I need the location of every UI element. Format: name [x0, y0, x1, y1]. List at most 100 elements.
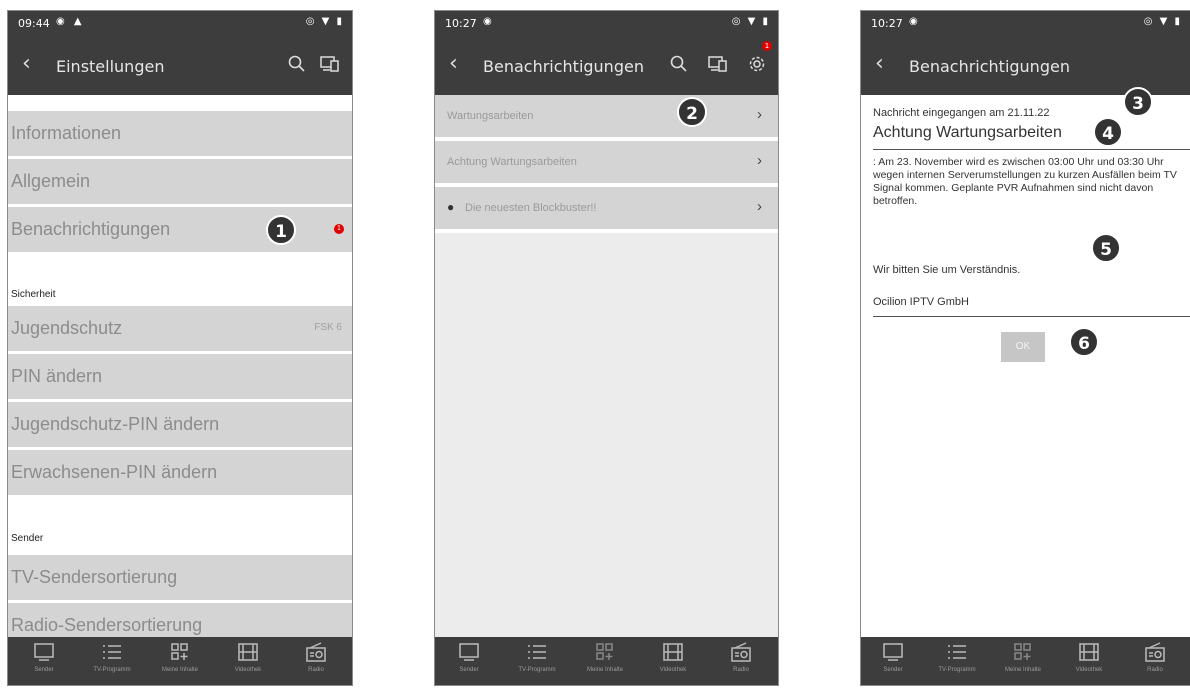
- chevron-right-icon: ›: [757, 106, 762, 123]
- nav-item-sender[interactable]: Sender: [863, 641, 923, 673]
- settings-item-allgemein[interactable]: Allgemein: [8, 159, 352, 204]
- nav-item-sender[interactable]: Sender: [14, 641, 74, 673]
- settings-item-label: Benachrichtigungen: [11, 219, 171, 239]
- nav-item-label: Radio: [1147, 667, 1163, 673]
- nav-item-label: Meine Inhalte: [586, 667, 624, 673]
- list-icon: [927, 641, 987, 667]
- notification-count-badge: 1: [334, 224, 344, 234]
- status-bar: 10:27 ◉ ◎ ▼ ▮: [435, 11, 778, 37]
- tv-icon: [439, 641, 499, 667]
- message-body: : Am 23. November wird es zwischen 03:00…: [873, 156, 1177, 207]
- cast-devices-icon[interactable]: [708, 55, 728, 78]
- notification-item-label: Die neuesten Blockbuster!!: [465, 202, 597, 214]
- film-icon: [643, 641, 703, 667]
- radio-icon: [286, 641, 346, 667]
- settings-item-erwachsenen-pin[interactable]: Erwachsenen-PIN ändern: [8, 450, 352, 495]
- cast-devices-icon[interactable]: [320, 55, 340, 78]
- status-time: 10:27: [445, 17, 477, 30]
- nav-item-videothek[interactable]: Videothek: [1059, 641, 1119, 673]
- status-notification-icons: ◉: [909, 16, 921, 27]
- nav-item-label: TV-Programm: [518, 667, 556, 673]
- chevron-right-icon: ›: [757, 198, 762, 215]
- nav-item-tv-programm[interactable]: TV-Programm: [927, 641, 987, 673]
- list-icon: [82, 641, 142, 667]
- nav-item-label: Sender: [34, 667, 54, 673]
- nav-item-meine-inhalte[interactable]: Meine Inhalte: [993, 641, 1053, 673]
- settings-item-pin-aendern[interactable]: PIN ändern: [8, 354, 352, 399]
- ok-button[interactable]: OK: [1001, 332, 1045, 362]
- nav-item-label: Meine Inhalte: [1004, 667, 1042, 673]
- status-notification-icons: ◉: [483, 16, 495, 27]
- notification-item-wartungsarbeiten[interactable]: Wartungsarbeiten ›: [435, 95, 778, 137]
- callout-badge: 1: [266, 215, 296, 245]
- settings-item-label: Allgemein: [11, 171, 91, 191]
- nav-item-sender[interactable]: Sender: [439, 641, 499, 673]
- notification-item-blockbuster[interactable]: ● Die neuesten Blockbuster!! ›: [435, 187, 778, 229]
- notification-item-label: Achtung Wartungsarbeiten: [447, 156, 577, 168]
- nav-item-videothek[interactable]: Videothek: [643, 641, 703, 673]
- nav-item-meine-inhalte[interactable]: Meine Inhalte: [575, 641, 635, 673]
- nav-item-label: Videothek: [1075, 667, 1103, 673]
- film-icon: [1059, 641, 1119, 667]
- nav-item-label: Meine Inhalte: [161, 667, 199, 673]
- nav-item-radio[interactable]: Radio: [286, 641, 346, 673]
- radio-icon: [711, 641, 771, 667]
- nav-item-label: Radio: [733, 667, 749, 673]
- callout-badge: 4: [1093, 117, 1123, 147]
- empty-list-area: [435, 233, 778, 637]
- bottom-navigation: Sender TV-Programm Meine Inhalte Videoth…: [861, 637, 1190, 685]
- status-bar: 10:27 ◉ ◎ ▼ ▮: [861, 11, 1190, 37]
- list-icon: [507, 641, 567, 667]
- section-header-security: Sicherheit: [11, 289, 56, 300]
- tv-icon: [14, 641, 74, 667]
- search-icon[interactable]: [288, 55, 306, 78]
- nav-item-meine-inhalte[interactable]: Meine Inhalte: [150, 641, 210, 673]
- status-notification-icons: ◉ ▲: [56, 16, 85, 27]
- back-icon[interactable]: ‹: [875, 51, 884, 76]
- divider: [873, 316, 1190, 317]
- settings-item-jugendschutz-pin[interactable]: Jugendschutz-PIN ändern: [8, 402, 352, 447]
- tv-icon: [863, 641, 923, 667]
- status-system-icons: ◎ ▼ ▮: [1143, 16, 1182, 27]
- divider: [873, 149, 1190, 150]
- nav-item-label: Videothek: [234, 667, 262, 673]
- callout-badge: 2: [677, 97, 707, 127]
- search-icon[interactable]: [670, 55, 688, 78]
- settings-item-benachrichtigungen[interactable]: Benachrichtigungen 1: [8, 207, 352, 252]
- callout-badge: 5: [1091, 233, 1121, 263]
- app-bar: ‹ Benachrichtigungen 1: [435, 37, 778, 95]
- nav-item-label: TV-Programm: [93, 667, 131, 673]
- status-system-icons: ◎ ▼ ▮: [305, 16, 344, 27]
- nav-item-radio[interactable]: Radio: [711, 641, 771, 673]
- status-system-icons: ◎ ▼ ▮: [731, 16, 770, 27]
- grid-plus-icon: [150, 641, 210, 667]
- settings-count-badge: 1: [762, 41, 772, 51]
- grid-plus-icon: [575, 641, 635, 667]
- nav-item-label: Videothek: [659, 667, 687, 673]
- status-bar: 09:44 ◉ ▲ ◎ ▼ ▮: [8, 11, 352, 37]
- nav-item-radio[interactable]: Radio: [1125, 641, 1185, 673]
- nav-item-label: Sender: [883, 667, 903, 673]
- chat-bubble-icon: ●: [447, 200, 455, 214]
- settings-item-jugendschutz[interactable]: Jugendschutz FSK 6: [8, 306, 352, 351]
- settings-gear-icon[interactable]: [748, 55, 766, 78]
- status-time: 10:27: [871, 17, 903, 30]
- settings-item-informationen[interactable]: Informationen: [8, 111, 352, 156]
- app-bar: ‹ Einstellungen: [8, 37, 352, 95]
- nav-item-videothek[interactable]: Videothek: [218, 641, 278, 673]
- settings-item-label: TV-Sendersortierung: [11, 567, 178, 587]
- back-icon[interactable]: ‹: [22, 51, 31, 76]
- settings-item-label: Jugendschutz: [11, 318, 123, 338]
- phone-screen-notifications-list: 10:27 ◉ ◎ ▼ ▮ ‹ Benachrichtigungen 1 War…: [434, 10, 779, 686]
- nav-item-tv-programm[interactable]: TV-Programm: [82, 641, 142, 673]
- settings-item-label: PIN ändern: [11, 366, 103, 386]
- callout-badge: 6: [1069, 327, 1099, 357]
- notification-item-achtung-wartungsarbeiten[interactable]: Achtung Wartungsarbeiten ›: [435, 141, 778, 183]
- page-title: Benachrichtigungen: [483, 57, 644, 76]
- settings-item-tv-sendersortierung[interactable]: TV-Sendersortierung: [8, 555, 352, 600]
- nav-item-tv-programm[interactable]: TV-Programm: [507, 641, 567, 673]
- back-icon[interactable]: ‹: [449, 51, 458, 76]
- phone-screen-notification-detail: 10:27 ◉ ◎ ▼ ▮ ‹ Benachrichtigungen Nachr…: [860, 10, 1190, 686]
- nav-item-label: TV-Programm: [938, 667, 976, 673]
- settings-item-label: Radio-Sendersortierung: [11, 615, 203, 635]
